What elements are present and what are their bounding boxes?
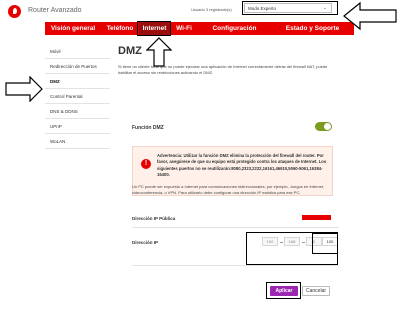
nav-item-vision-general[interactable]: Visión general (45, 22, 101, 35)
highlight-box-internet-tab (137, 21, 171, 36)
sidebar-item-movil[interactable]: Móvil (45, 44, 110, 59)
description-text: Un PC puede ser expuesto a Internet para… (132, 184, 325, 195)
ip-address-label: Dirección IP (132, 240, 159, 245)
nav-item-telefono[interactable]: Teléfono (101, 22, 139, 35)
highlight-box-ip-octet-4 (312, 233, 338, 254)
cancel-button[interactable]: Cancelar (302, 286, 330, 296)
nav-item-configuracion[interactable]: Configuración (198, 22, 271, 35)
divider (132, 227, 339, 228)
sidebar: Móvil Redirección de Puertos DMZ Control… (45, 44, 110, 149)
dmz-toggle[interactable] (315, 122, 332, 131)
app-title: Router Avanzado (28, 7, 82, 14)
sidebar-item-upnp[interactable]: UPnP (45, 119, 110, 134)
public-ip-value (302, 215, 331, 220)
warning-text: Advertencia: Utilizar la función DMZ eli… (157, 153, 327, 177)
highlight-box-mode-select (242, 1, 338, 15)
vodafone-logo-icon (8, 5, 21, 18)
warning-icon: ! (141, 159, 151, 169)
sidebar-item-dmz[interactable]: DMZ (45, 74, 110, 89)
arrow-left-icon (343, 1, 397, 31)
nav-item-wifi[interactable]: Wi-Fi (170, 22, 198, 35)
sidebar-item-wolan[interactable]: WoLAN (45, 134, 110, 149)
public-ip-label: Dirección IP Pública (132, 216, 176, 221)
main-nav: Visión general Teléfono Internet Wi-Fi C… (45, 22, 354, 35)
highlight-box-apply (266, 282, 301, 299)
sidebar-item-redireccion-puertos[interactable]: Redirección de Puertos (45, 59, 110, 74)
arrow-up-icon (146, 37, 172, 67)
arrow-right-icon (5, 76, 43, 102)
user-count-label: Usuario 3 registrado(s) (191, 7, 232, 12)
page-title: DMZ (118, 45, 142, 57)
divider (132, 265, 339, 266)
dmz-toggle-label: Función DMZ (132, 125, 164, 131)
sidebar-item-dns-ddns[interactable]: DNS & DDNS (45, 104, 110, 119)
sidebar-item-control-parental[interactable]: Control Parental (45, 89, 110, 104)
